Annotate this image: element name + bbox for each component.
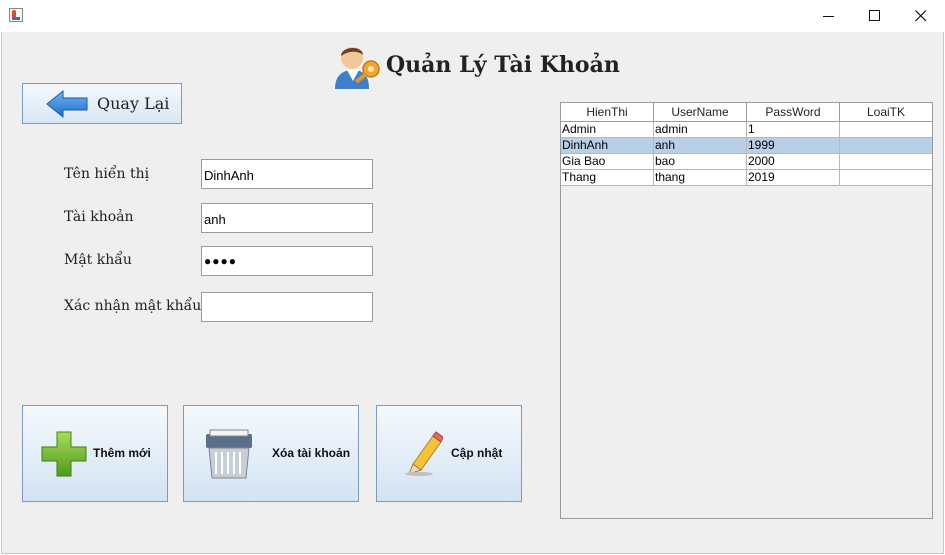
close-button[interactable] [898, 0, 944, 32]
minimize-icon [823, 16, 834, 17]
display-name-label: Tên hiển thị [64, 166, 150, 182]
main-panel: Quản Lý Tài Khoản Quay Lại Tên hiển thị … [1, 32, 944, 554]
confirm-password-field[interactable] [201, 292, 373, 322]
confirm-password-label: Xác nhận mật khẩu [64, 298, 202, 314]
table-cell [840, 154, 932, 169]
table-cell: DinhAnh [561, 138, 654, 153]
back-button[interactable]: Quay Lại [22, 83, 182, 124]
table-cell: 1 [747, 122, 840, 137]
table-header: HienThi UserName PassWord LoaiTK [561, 103, 932, 122]
password-label: Mật khẩu [64, 252, 132, 268]
table-cell: Admin [561, 122, 654, 137]
plus-icon [41, 431, 87, 477]
password-field[interactable]: ●●●● [201, 246, 373, 276]
add-button-label: Thêm mới [93, 446, 151, 460]
username-field[interactable]: anh [201, 203, 373, 233]
accounts-table[interactable]: HienThi UserName PassWord LoaiTK Admin a… [560, 102, 933, 519]
username-label: Tài khoản [64, 209, 134, 225]
table-cell [840, 138, 932, 153]
shredder-icon [206, 429, 252, 479]
table-cell: 2019 [747, 170, 840, 185]
close-icon [915, 10, 927, 22]
table-cell [840, 122, 932, 137]
table-cell: Thang [561, 170, 654, 185]
update-button[interactable]: Cập nhật [376, 405, 522, 502]
table-row[interactable]: Thang thang 2019 [561, 170, 932, 186]
update-button-label: Cập nhật [451, 446, 503, 460]
table-cell [840, 170, 932, 185]
column-header-username[interactable]: UserName [654, 103, 747, 121]
user-key-icon [335, 47, 380, 89]
table-cell: admin [654, 122, 747, 137]
table-cell: Gia Bao [561, 154, 654, 169]
maximize-button[interactable] [852, 0, 898, 32]
table-cell: thang [654, 170, 747, 185]
pencil-icon [405, 431, 443, 476]
delete-account-button-label: Xóa tài khoản [272, 446, 351, 460]
minimize-button[interactable] [806, 0, 852, 32]
table-cell: bao [654, 154, 747, 169]
column-header-password[interactable]: PassWord [747, 103, 840, 121]
column-header-loaitk[interactable]: LoaiTK [840, 103, 932, 121]
table-body: Admin admin 1 DinhAnh anh 1999 Gia Bao b… [561, 122, 932, 186]
table-cell: 2000 [747, 154, 840, 169]
delete-account-button[interactable]: Xóa tài khoản [183, 405, 359, 502]
table-cell: anh [654, 138, 747, 153]
maximize-icon [869, 10, 880, 21]
display-name-field[interactable]: DinhAnh [201, 159, 373, 189]
column-header-hienthi[interactable]: HienThi [561, 103, 654, 121]
table-cell: 1999 [747, 138, 840, 153]
arrow-left-icon [46, 89, 88, 119]
page-title: Quản Lý Tài Khoản [386, 52, 620, 78]
table-row[interactable]: Gia Bao bao 2000 [561, 154, 932, 170]
table-row[interactable]: Admin admin 1 [561, 122, 932, 138]
title-bar [0, 0, 945, 32]
table-row-selected[interactable]: DinhAnh anh 1999 [561, 138, 932, 154]
back-button-label: Quay Lại [97, 94, 170, 113]
add-button[interactable]: Thêm mới [22, 405, 168, 502]
java-cup-icon [9, 8, 23, 22]
